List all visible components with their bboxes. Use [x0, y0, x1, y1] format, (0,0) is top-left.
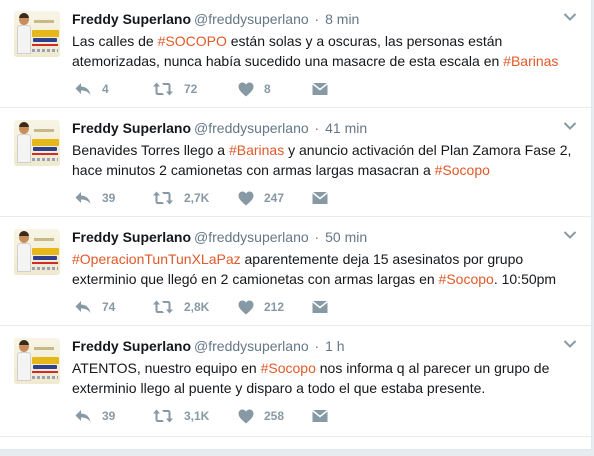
timestamp[interactable]: 8 min — [325, 11, 359, 27]
separator-dot: · — [314, 338, 320, 354]
retweet-icon — [152, 190, 174, 206]
tweet-header: Freddy Superlano @freddysuperlano · 50 mi… — [72, 228, 367, 246]
retweet-button[interactable]: 72 — [152, 80, 197, 98]
reply-button[interactable]: 39 — [74, 189, 115, 207]
like-button[interactable]: 258 — [238, 407, 284, 425]
author-name[interactable]: Freddy Superlano — [72, 120, 191, 136]
hashtag-link[interactable]: #SOCOPO — [158, 33, 227, 49]
tweet-actions: 39 3,1K 258 — [72, 407, 372, 425]
retweet-icon — [152, 299, 174, 315]
reply-icon — [74, 190, 92, 206]
hashtag-link[interactable]: #Socopo — [261, 360, 316, 376]
retweet-count: 2,8K — [184, 300, 210, 314]
timestamp[interactable]: 1 h — [325, 338, 344, 354]
author-name[interactable]: Freddy Superlano — [72, 229, 191, 245]
like-count: 212 — [264, 300, 285, 314]
like-button[interactable]: 212 — [238, 298, 284, 316]
tweet-text-segment: Las calles de — [72, 33, 158, 49]
author-handle[interactable]: @freddysuperlano — [194, 338, 309, 354]
reply-count: 39 — [102, 191, 116, 205]
tweet[interactable]: Freddy Superlano @freddysuperlano · 50 mi… — [0, 218, 591, 326]
reply-icon — [74, 81, 92, 97]
tweet[interactable]: Freddy Superlano @freddysuperlano · 8 min… — [0, 0, 591, 108]
direct-message-button[interactable] — [312, 298, 328, 316]
like-count: 247 — [264, 191, 285, 205]
reply-icon — [74, 408, 92, 424]
direct-message-button[interactable] — [312, 80, 328, 98]
tweet[interactable]: Freddy Superlano @freddysuperlano · 41 mi… — [0, 109, 591, 217]
reply-count: 39 — [102, 409, 116, 423]
tweet-header: Freddy Superlano @freddysuperlano · 8 min — [72, 10, 359, 28]
reply-icon — [74, 299, 92, 315]
tweet-text: ATENTOS, nuestro equipo en #Socopo nos i… — [72, 358, 577, 398]
tweet-text-segment: ATENTOS, nuestro equipo en — [72, 360, 261, 376]
tweet-text-segment: Benavides Torres llego a — [72, 142, 229, 158]
tweet-header: Freddy Superlano @freddysuperlano · 1 h — [72, 337, 345, 355]
reply-button[interactable]: 4 — [74, 80, 109, 98]
timeline: Freddy Superlano @freddysuperlano · 8 min… — [0, 0, 592, 450]
reply-button[interactable]: 74 — [74, 298, 115, 316]
envelope-icon — [312, 82, 328, 96]
avatar[interactable] — [14, 11, 60, 57]
separator-dot: · — [314, 11, 320, 27]
hashtag-link[interactable]: #Barinas — [503, 53, 558, 69]
heart-icon — [238, 82, 254, 97]
tweet-text-segment: . 10:50pm — [493, 271, 557, 287]
tweet-actions: 39 2,7K 247 — [72, 189, 372, 207]
retweet-count: 2,7K — [184, 191, 210, 205]
author-handle[interactable]: @freddysuperlano — [194, 120, 309, 136]
author-handle[interactable]: @freddysuperlano — [194, 11, 309, 27]
hashtag-link[interactable]: #Barinas — [229, 142, 284, 158]
author-name[interactable]: Freddy Superlano — [72, 338, 191, 354]
tweet-header: Freddy Superlano @freddysuperlano · 41 mi… — [72, 119, 367, 137]
timestamp[interactable]: 41 min — [325, 120, 367, 136]
chevron-down-icon[interactable] — [563, 230, 577, 240]
avatar[interactable] — [14, 229, 60, 275]
retweet-icon — [152, 81, 174, 97]
like-count: 8 — [264, 82, 271, 96]
retweet-button[interactable]: 3,1K — [152, 407, 209, 425]
like-count: 258 — [264, 409, 285, 423]
like-button[interactable]: 247 — [238, 189, 284, 207]
like-button[interactable]: 8 — [238, 80, 271, 98]
chevron-down-icon[interactable] — [563, 121, 577, 131]
hashtag-link[interactable]: #Socopo — [439, 271, 494, 287]
avatar[interactable] — [14, 120, 60, 166]
retweet-count: 3,1K — [184, 409, 210, 423]
chevron-down-icon[interactable] — [563, 12, 577, 22]
tweet-text: Benavides Torres llego a #Barinas y anun… — [72, 140, 577, 180]
reply-count: 4 — [102, 82, 109, 96]
direct-message-button[interactable] — [312, 189, 328, 207]
reply-button[interactable]: 39 — [74, 407, 115, 425]
envelope-icon — [312, 409, 328, 423]
hashtag-link[interactable]: #Socopo — [435, 162, 490, 178]
tweet-text: #OperacionTunTunXLaPaz aparentemente dej… — [72, 249, 577, 289]
tweet-actions: 74 2,8K 212 — [72, 298, 372, 316]
direct-message-button[interactable] — [312, 407, 328, 425]
retweet-count: 72 — [184, 82, 198, 96]
heart-icon — [238, 191, 254, 206]
retweet-icon — [152, 408, 174, 424]
retweet-button[interactable]: 2,7K — [152, 189, 209, 207]
tweet[interactable]: Freddy Superlano @freddysuperlano · 1 h A… — [0, 327, 591, 437]
timestamp[interactable]: 50 min — [325, 229, 367, 245]
tweet-actions: 4 72 8 — [72, 80, 372, 98]
heart-icon — [238, 409, 254, 424]
envelope-icon — [312, 300, 328, 314]
tweet-text: Las calles de #SOCOPO están solas y a os… — [72, 31, 577, 71]
reply-count: 74 — [102, 300, 116, 314]
separator-dot: · — [314, 229, 320, 245]
heart-icon — [238, 300, 254, 315]
chevron-down-icon[interactable] — [563, 339, 577, 349]
envelope-icon — [312, 191, 328, 205]
separator-dot: · — [314, 120, 320, 136]
avatar[interactable] — [14, 338, 60, 384]
retweet-button[interactable]: 2,8K — [152, 298, 209, 316]
author-handle[interactable]: @freddysuperlano — [194, 229, 309, 245]
author-name[interactable]: Freddy Superlano — [72, 11, 191, 27]
hashtag-link[interactable]: #OperacionTunTunXLaPaz — [72, 251, 241, 267]
